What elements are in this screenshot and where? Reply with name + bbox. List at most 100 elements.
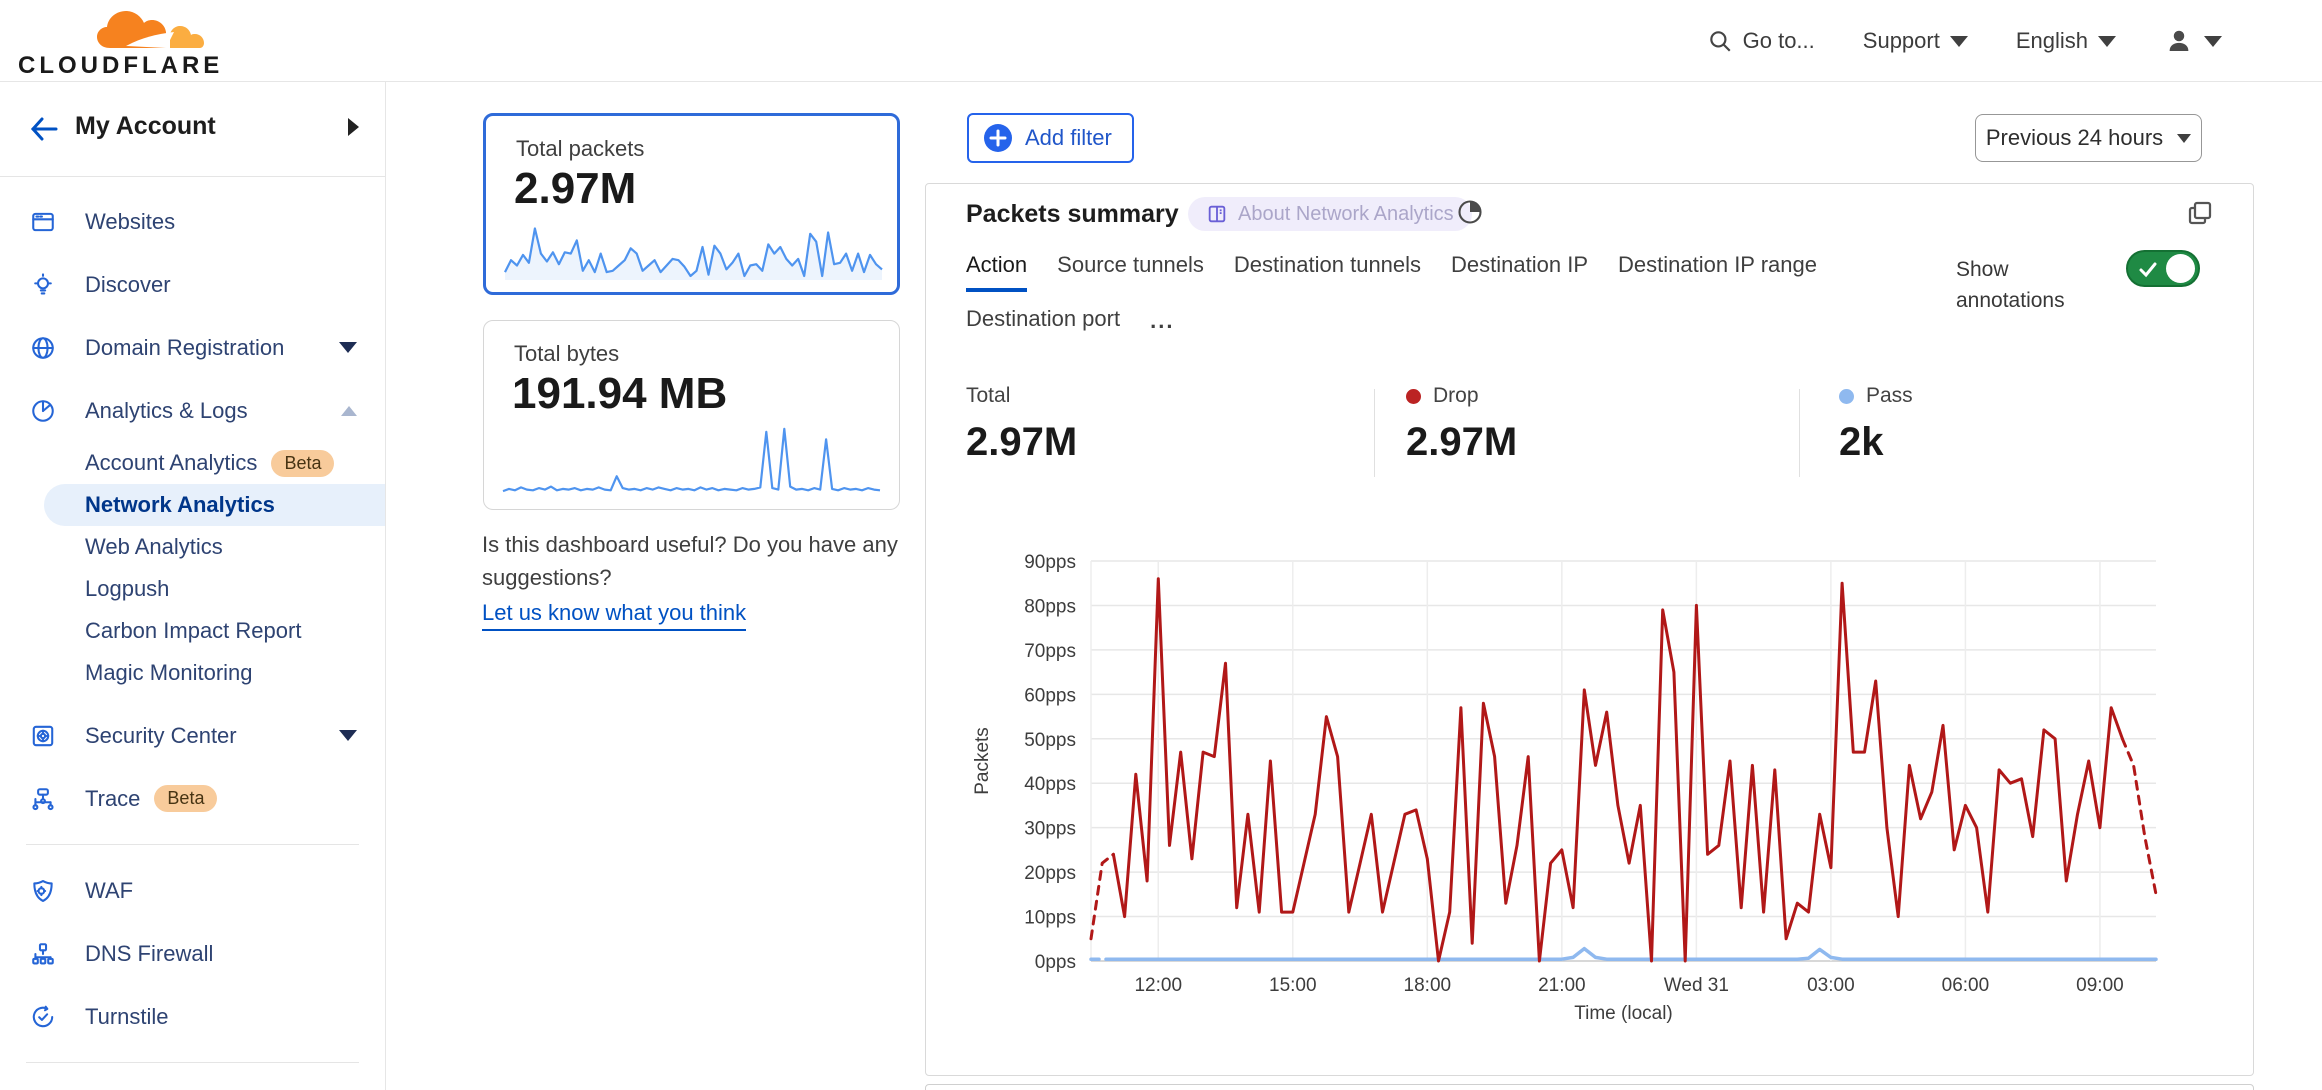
sidebar-item-label: Network Analytics bbox=[85, 492, 275, 518]
caret-down-icon bbox=[2098, 36, 2116, 47]
caret-down-icon bbox=[2204, 36, 2222, 47]
sidebar-item-network-analytics[interactable]: Network Analytics bbox=[44, 484, 385, 526]
svg-text:90pps: 90pps bbox=[1024, 552, 1076, 573]
book-icon bbox=[1206, 203, 1228, 225]
tab-destination-tunnels[interactable]: Destination tunnels bbox=[1234, 252, 1421, 292]
about-badge-label: About Network Analytics bbox=[1238, 203, 1454, 226]
lightbulb-icon bbox=[30, 272, 56, 298]
sidebar-item-analytics-logs[interactable]: Analytics & Logs bbox=[0, 379, 385, 442]
svg-text:12:00: 12:00 bbox=[1134, 975, 1182, 996]
tab-destination-port[interactable]: Destination port bbox=[966, 306, 1120, 342]
plus-circle-icon bbox=[983, 123, 1013, 153]
trace-icon bbox=[30, 786, 56, 812]
stat-label: Drop bbox=[1433, 384, 1479, 408]
sidebar-item-carbon-impact-report[interactable]: Carbon Impact Report bbox=[0, 610, 385, 652]
svg-text:40pps: 40pps bbox=[1024, 774, 1076, 795]
time-range-dropdown[interactable]: Previous 24 hours bbox=[1975, 114, 2202, 162]
sidebar-divider bbox=[26, 844, 359, 845]
top-header: CLOUDFLARE Go to... Support English bbox=[0, 0, 2322, 82]
sidebar-item-logpush[interactable]: Logpush bbox=[0, 568, 385, 610]
browser-icon bbox=[30, 209, 56, 235]
sidebar-item-dns-firewall[interactable]: DNS Firewall bbox=[0, 922, 385, 985]
sidebar-nav: WebsitesDiscover Domain Registration Analy… bbox=[0, 177, 385, 1090]
next-panel-edge bbox=[925, 1084, 2254, 1090]
svg-text:80pps: 80pps bbox=[1024, 596, 1076, 617]
user-menu[interactable] bbox=[2164, 26, 2222, 56]
svg-text:Packets: Packets bbox=[972, 727, 993, 795]
sidebar-item-label: Trace bbox=[85, 786, 140, 812]
back-arrow-icon[interactable] bbox=[28, 114, 60, 144]
stat-total: Total 2.97M bbox=[966, 384, 1077, 465]
total-bytes-card[interactable]: Total bytes 191.94 MB bbox=[483, 320, 900, 510]
language-menu[interactable]: English bbox=[2016, 28, 2116, 54]
stat-label: Pass bbox=[1866, 384, 1913, 408]
add-filter-label: Add filter bbox=[1025, 125, 1112, 151]
header-nav: Go to... Support English bbox=[1707, 0, 2222, 82]
caret-down-icon bbox=[2177, 134, 2191, 143]
duplicate-icon[interactable] bbox=[2185, 198, 2215, 228]
svg-text:09:00: 09:00 bbox=[2076, 975, 2124, 996]
tab-destination-ip-range[interactable]: Destination IP range bbox=[1618, 252, 1817, 292]
stat-value: 2.97M bbox=[1406, 420, 1517, 465]
support-menu[interactable]: Support bbox=[1863, 28, 1968, 54]
cloudflare-logo[interactable]: CLOUDFLARE bbox=[18, 6, 188, 78]
tabs-overflow-button[interactable]: ... bbox=[1150, 306, 1174, 342]
stat-label: Total bbox=[966, 384, 1010, 408]
language-label: English bbox=[2016, 28, 2088, 54]
svg-text:0pps: 0pps bbox=[1035, 952, 1076, 973]
hierarchy-icon bbox=[30, 941, 56, 967]
tab-action[interactable]: Action bbox=[966, 252, 1027, 292]
sidebar-item-account-analytics[interactable]: Account AnalyticsBeta bbox=[0, 442, 385, 484]
sidebar-item-security-center[interactable]: Security Center bbox=[0, 704, 385, 767]
total-packets-card[interactable]: Total packets 2.97M bbox=[483, 113, 900, 295]
chevron-right-icon[interactable] bbox=[348, 118, 359, 136]
show-annotations-label: Show annotations bbox=[1956, 254, 2106, 316]
sidebar-item-label: Security Center bbox=[85, 723, 237, 749]
cloudflare-logo-text: CLOUDFLARE bbox=[18, 52, 223, 80]
feedback-link[interactable]: Let us know what you think bbox=[482, 596, 746, 631]
cloudflare-dashboard: { "header": { "logo_text": "CLOUDFLARE",… bbox=[0, 0, 2322, 1090]
tab-destination-ip[interactable]: Destination IP bbox=[1451, 252, 1588, 292]
sidebar-item-label: Magic Monitoring bbox=[85, 660, 253, 686]
rotate-check-icon bbox=[30, 1004, 56, 1030]
svg-text:06:00: 06:00 bbox=[1942, 975, 1990, 996]
sidebar-item-label: Carbon Impact Report bbox=[85, 618, 301, 644]
svg-text:60pps: 60pps bbox=[1024, 685, 1076, 706]
sidebar-item-discover[interactable]: Discover bbox=[0, 253, 385, 316]
about-network-analytics-badge[interactable]: About Network Analytics bbox=[1188, 197, 1472, 231]
tab-source-tunnels[interactable]: Source tunnels bbox=[1057, 252, 1204, 292]
check-icon bbox=[2138, 260, 2158, 280]
sidebar-item-magic-monitoring[interactable]: Magic Monitoring bbox=[0, 652, 385, 694]
svg-text:21:00: 21:00 bbox=[1538, 975, 1586, 996]
sidebar-item-label: WAF bbox=[85, 878, 133, 904]
stats-divider bbox=[1374, 389, 1375, 477]
sidebar-item-label: Analytics & Logs bbox=[85, 398, 248, 424]
sidebar-item-websites[interactable]: Websites bbox=[0, 190, 385, 253]
stat-value: 2k bbox=[1839, 420, 1913, 465]
sidebar-item-turnstile[interactable]: Turnstile bbox=[0, 985, 385, 1048]
search-icon bbox=[1707, 28, 1733, 54]
packets-summary-panel: Packets summary About Network Analytics … bbox=[925, 183, 2254, 1076]
caret-down-icon bbox=[339, 342, 357, 353]
sidebar-item-waf[interactable]: WAF bbox=[0, 859, 385, 922]
sidebar-item-web-analytics[interactable]: Web Analytics bbox=[0, 526, 385, 568]
total-bytes-value: 191.94 MB bbox=[512, 369, 727, 419]
goto-search[interactable]: Go to... bbox=[1707, 28, 1815, 54]
feedback-block: Is this dashboard useful? Do you have an… bbox=[482, 528, 944, 631]
add-filter-button[interactable]: Add filter bbox=[967, 113, 1134, 163]
stat-value: 2.97M bbox=[966, 420, 1077, 465]
sidebar-item-label: Domain Registration bbox=[85, 335, 284, 361]
beta-badge: Beta bbox=[271, 450, 334, 477]
sidebar-item-partial[interactable] bbox=[0, 1077, 385, 1090]
total-bytes-sparkline bbox=[499, 417, 884, 501]
goto-label: Go to... bbox=[1743, 28, 1815, 54]
sidebar-item-domain-registration[interactable]: Domain Registration bbox=[0, 316, 385, 379]
svg-text:15:00: 15:00 bbox=[1269, 975, 1317, 996]
svg-text:03:00: 03:00 bbox=[1807, 975, 1855, 996]
stats-divider bbox=[1799, 389, 1800, 477]
stat-pass: Pass 2k bbox=[1839, 384, 1913, 465]
sidebar-item-trace[interactable]: TraceBeta bbox=[0, 767, 385, 830]
svg-text:18:00: 18:00 bbox=[1404, 975, 1452, 996]
legend-dot-pass bbox=[1839, 389, 1854, 404]
show-annotations-toggle[interactable] bbox=[2126, 250, 2200, 287]
